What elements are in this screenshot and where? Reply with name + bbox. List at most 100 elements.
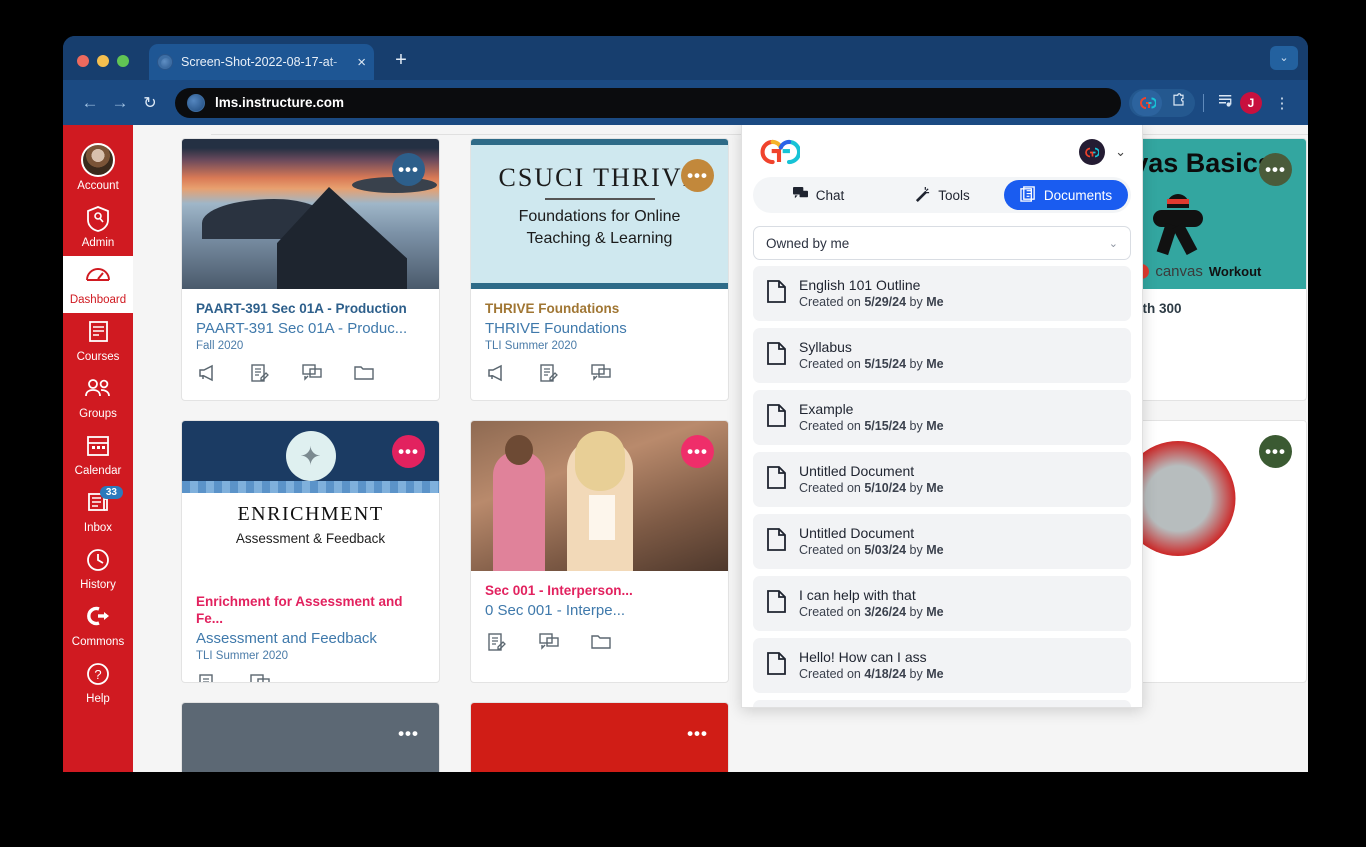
card-banner-image[interactable]: ••• bbox=[471, 703, 728, 772]
document-meta: Created on 5/15/24 by Me bbox=[799, 357, 944, 371]
sidebar-item-label: Courses bbox=[76, 351, 120, 363]
sidebar-item-label: Inbox bbox=[83, 522, 113, 534]
card-options-menu[interactable]: ••• bbox=[681, 717, 714, 750]
card-title[interactable]: THRIVE Foundations bbox=[485, 300, 714, 317]
course-card[interactable]: • • • Sec 001 - Interperson... 0 Sec 001 -… bbox=[470, 420, 729, 683]
address-bar[interactable]: lms.instructure.com bbox=[175, 87, 1121, 118]
announcements-icon[interactable] bbox=[487, 364, 507, 388]
list-item[interactable]: English 101 Outline Created on 5/29/24 b… bbox=[753, 266, 1131, 321]
discussions-icon[interactable] bbox=[539, 633, 559, 657]
card-options-menu[interactable]: ••• bbox=[681, 159, 714, 192]
card-title[interactable]: Enrichment for Assessment and Fe... bbox=[196, 593, 425, 627]
sidebar-item-calendar[interactable]: Calendar bbox=[63, 427, 133, 484]
discussions-icon[interactable] bbox=[302, 364, 322, 388]
card-options-menu[interactable]: ••• bbox=[392, 435, 425, 468]
list-item[interactable]: Untitled Document Created on 5/10/24 by … bbox=[753, 452, 1131, 507]
tab-list-chevron-down-icon[interactable]: ⌄ bbox=[1270, 46, 1298, 70]
list-item[interactable]: Hello! How can I ass Created on 4/18/24 … bbox=[753, 638, 1131, 693]
gg-extension-icon[interactable] bbox=[1132, 89, 1162, 116]
extension-user-avatar[interactable] bbox=[1079, 139, 1106, 165]
discussions-icon[interactable] bbox=[591, 364, 611, 388]
documents-filter-select[interactable]: Owned by me ⌄ bbox=[753, 226, 1131, 260]
sidebar-item-dashboard[interactable]: Dashboard bbox=[63, 256, 133, 313]
list-item[interactable]: I can help with that Created on 3/26/24 … bbox=[753, 576, 1131, 631]
list-item[interactable]: Syllabus Created on 5/15/24 by Me bbox=[753, 328, 1131, 383]
sidebar-item-courses[interactable]: Courses bbox=[63, 313, 133, 370]
tab-documents[interactable]: Documents bbox=[1004, 180, 1128, 210]
document-title: Syllabus bbox=[799, 339, 852, 355]
documents-list[interactable]: English 101 Outline Created on 5/29/24 b… bbox=[742, 266, 1142, 707]
tab-label: Documents bbox=[1043, 187, 1113, 203]
card-options-menu[interactable]: ••• bbox=[392, 717, 425, 750]
back-button[interactable]: ← bbox=[75, 93, 105, 113]
card-banner-image[interactable]: ••• bbox=[182, 703, 439, 772]
card-title[interactable]: PAART-391 Sec 01A - Production bbox=[196, 300, 425, 317]
card-subtitle[interactable]: PAART-391 Sec 01A - Produc... bbox=[196, 319, 425, 339]
course-card[interactable]: ••• bbox=[181, 702, 440, 772]
card-options-menu[interactable]: ••• bbox=[392, 153, 425, 186]
sidebar-item-history[interactable]: History bbox=[63, 541, 133, 598]
card-options-menu[interactable]: ••• bbox=[681, 435, 714, 468]
sidebar-item-admin[interactable]: Admin bbox=[63, 199, 133, 256]
card-banner-image[interactable]: CSUCI THRIVE Foundations for Online Teac… bbox=[471, 139, 728, 289]
announcements-icon[interactable] bbox=[198, 364, 218, 388]
files-icon[interactable] bbox=[354, 364, 374, 388]
browser-tab[interactable]: Screen-Shot-2022-08-17-at- × bbox=[149, 44, 374, 80]
reading-list-icon[interactable] bbox=[1212, 94, 1240, 112]
assignments-icon[interactable] bbox=[250, 364, 270, 388]
window-close-button[interactable] bbox=[77, 55, 89, 67]
card-banner-image[interactable]: ✦ ENRICHMENT Assessment & Feedback • • • bbox=[182, 421, 439, 571]
window-minimize-button[interactable] bbox=[97, 55, 109, 67]
course-card[interactable]: • • • PAART-391 Sec 01A - Production PAART… bbox=[181, 138, 440, 401]
clock-icon bbox=[63, 548, 133, 578]
puzzle-extensions-icon[interactable] bbox=[1164, 93, 1192, 112]
card-term: TLI Summer 2020 bbox=[485, 340, 578, 352]
card-subtitle[interactable]: 0 Sec 001 - Interpe... bbox=[485, 601, 714, 621]
course-card[interactable]: ••• bbox=[470, 702, 729, 772]
browser-toolbar: ← → ↻ lms.instructure.com J ⋮ bbox=[63, 80, 1308, 125]
files-icon[interactable] bbox=[591, 633, 611, 657]
help-icon: ? bbox=[63, 662, 133, 692]
sidebar-item-commons[interactable]: Commons bbox=[63, 598, 133, 655]
card-subtitle[interactable]: THRIVE Foundations bbox=[485, 319, 714, 339]
card-options-menu[interactable]: ••• bbox=[1259, 153, 1292, 186]
list-item[interactable]: I'm unable to access bbox=[753, 700, 1131, 707]
discussions-icon[interactable] bbox=[250, 674, 270, 682]
sidebar-item-inbox[interactable]: 33 Inbox bbox=[63, 484, 133, 541]
forward-button[interactable]: → bbox=[105, 93, 135, 113]
card-body: Sec 001 - Interperson... 0 Sec 001 - Int… bbox=[471, 571, 728, 621]
sidebar-item-help[interactable]: ? Help bbox=[63, 655, 133, 712]
list-item[interactable]: Untitled Document Created on 5/03/24 by … bbox=[753, 514, 1131, 569]
window-maximize-button[interactable] bbox=[117, 55, 129, 67]
card-title[interactable]: Sec 001 - Interperson... bbox=[485, 582, 714, 599]
document-icon bbox=[767, 341, 786, 370]
tab-tools[interactable]: Tools bbox=[880, 180, 1004, 210]
banner-subtitle-2: canvas bbox=[1155, 263, 1203, 280]
assignments-icon[interactable] bbox=[539, 364, 559, 388]
browser-menu-icon[interactable]: ⋮ bbox=[1268, 94, 1296, 112]
card-banner-image[interactable]: ••• bbox=[471, 421, 728, 571]
assignments-icon[interactable] bbox=[198, 674, 218, 682]
course-card[interactable]: CSUCI THRIVE Foundations for Online Teac… bbox=[470, 138, 729, 401]
new-tab-button[interactable]: + bbox=[388, 48, 414, 74]
card-banner-image[interactable]: ••• bbox=[182, 139, 439, 289]
sidebar-item-account[interactable]: Account bbox=[63, 136, 133, 199]
tab-chat[interactable]: Chat bbox=[756, 180, 880, 210]
tab-title: Screen-Shot-2022-08-17-at- bbox=[181, 55, 338, 69]
sidebar-item-label: History bbox=[80, 579, 116, 591]
document-meta: Created on 3/26/24 by Me bbox=[799, 605, 944, 619]
profile-avatar[interactable]: J bbox=[1240, 91, 1268, 114]
url-text: lms.instructure.com bbox=[215, 95, 345, 110]
assignments-icon[interactable] bbox=[487, 633, 507, 657]
banner-subtitle-3: Workout bbox=[1208, 264, 1262, 279]
inbox-icon bbox=[63, 491, 133, 521]
card-subtitle[interactable]: Assessment and Feedback bbox=[196, 629, 425, 649]
sidebar-item-groups[interactable]: Groups bbox=[63, 370, 133, 427]
chevron-down-icon[interactable]: ⌄ bbox=[1115, 144, 1126, 160]
reload-button[interactable]: ↻ bbox=[135, 93, 165, 113]
tab-close-icon[interactable]: × bbox=[357, 55, 366, 70]
document-title: English 101 Outline bbox=[799, 277, 921, 293]
list-item[interactable]: Example Created on 5/15/24 by Me bbox=[753, 390, 1131, 445]
course-card[interactable]: ✦ ENRICHMENT Assessment & Feedback • • • E… bbox=[181, 420, 440, 683]
card-options-menu[interactable]: ••• bbox=[1259, 435, 1292, 468]
